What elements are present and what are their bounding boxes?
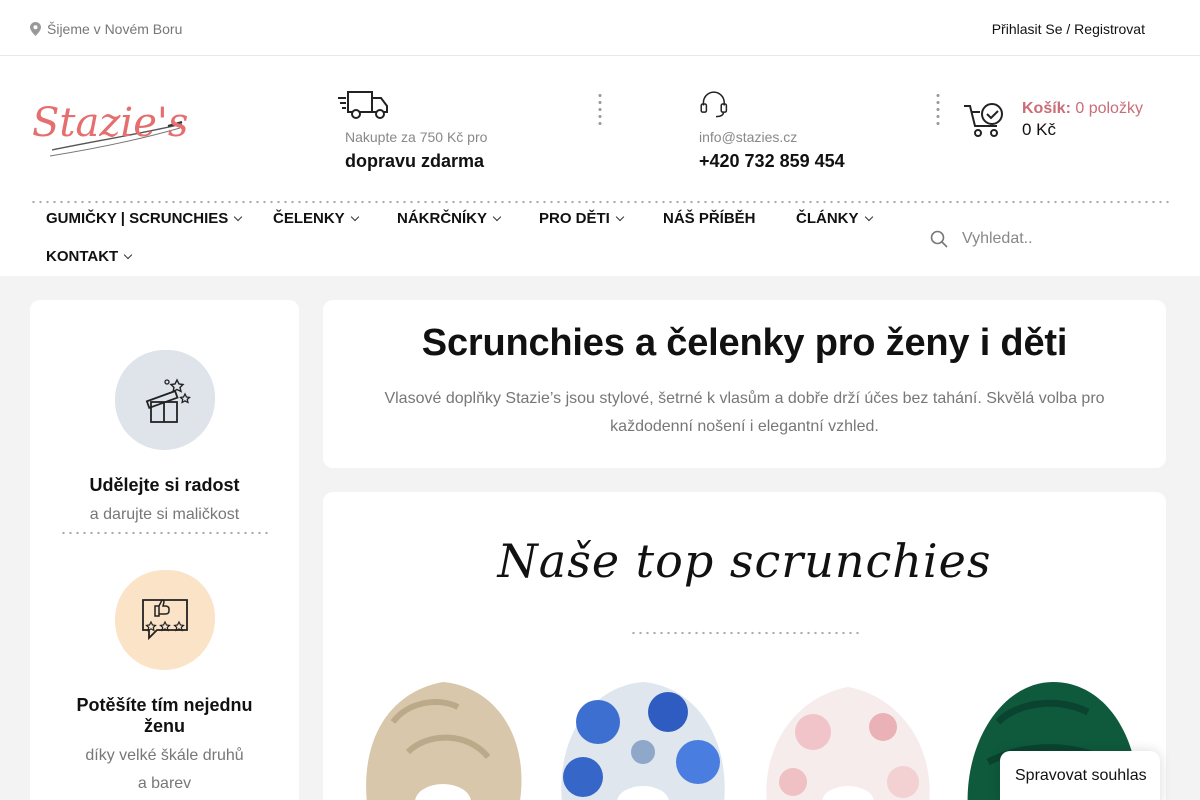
sidebar-features: Udělejte si radost a darujte si maličkos… (30, 300, 299, 800)
stazies-logo[interactable]: Stazie's (30, 86, 190, 166)
nav-item-clanky[interactable]: ČLÁNKY (796, 210, 873, 227)
headset-icon (700, 91, 728, 118)
nav-item-celenky[interactable]: ČELENKY (273, 210, 359, 227)
shipping-small-text: Nakupte za 750 Kč pro (345, 129, 488, 145)
search-icon[interactable] (930, 230, 948, 248)
feature-icon-bg (115, 350, 215, 450)
product-image-beige-satin[interactable] (348, 682, 538, 800)
nav-item-scrunchies[interactable]: GUMIČKY | SCRUNCHIES (46, 210, 243, 227)
location: Šijeme v Novém Boru (30, 21, 182, 37)
rating-icon (142, 599, 188, 641)
shipping-big-text: dopravu zdarma (345, 151, 485, 171)
page-title: Scrunchies a čelenky pro ženy i děti (421, 322, 1068, 364)
location-text: Šijeme v Novém Boru (47, 21, 183, 37)
cart-icon (964, 103, 1003, 137)
nav-item-kontakt[interactable]: KONTAKT (46, 248, 133, 265)
divider-dots (936, 92, 940, 126)
search-bar (930, 224, 1160, 254)
contact-email[interactable]: info@stazies.cz (699, 129, 845, 145)
feature-title: Udělejte si radost (89, 475, 240, 495)
free-shipping-info: Nakupte za 750 Kč pro dopravu zdarma (338, 84, 487, 172)
chevron-down-icon (234, 212, 243, 222)
chevron-down-icon (492, 212, 502, 222)
chevron-down-icon (615, 212, 625, 222)
cart-summary[interactable]: Košík: 0 položky 0 Kč (962, 100, 1143, 140)
nav-item-nakrcniky[interactable]: NÁKRČNÍKY (397, 210, 502, 227)
product-image-blue-floral[interactable] (548, 682, 738, 800)
cart-label: Košík: 0 položky (1022, 100, 1143, 117)
login-register-link[interactable]: Přihlasit Se / Registrovat (992, 21, 1145, 37)
top-bar: Šijeme v Novém Boru Přihlasit Se / Regis… (0, 0, 1200, 56)
map-pin-icon (30, 22, 41, 36)
contact-phone[interactable]: +420 732 859 454 (699, 151, 845, 172)
manage-consent-button[interactable]: Spravovat souhlas (1000, 751, 1160, 800)
contact-info: info@stazies.cz +420 732 859 454 (699, 84, 845, 172)
feature-title: Potěšíte tím nejednu ženu (76, 695, 253, 736)
hero-description: Vlasové doplňky Stazie’s jsou stylové, š… (384, 390, 1105, 435)
feature-subtitle: a darujte si maličkost (89, 506, 240, 523)
header: Stazie's Nakupte za 750 Kč pro dopravu z… (0, 56, 1200, 276)
chevron-down-icon (123, 250, 133, 260)
section-heading: Naše top scrunchies (497, 534, 992, 588)
gift-icon (145, 378, 191, 423)
search-input[interactable] (962, 230, 1142, 248)
svg-text:Stazie's: Stazie's (32, 100, 188, 146)
feature-subtitle: díky velké škále druhů a barev (85, 747, 244, 792)
chevron-down-icon (864, 212, 873, 222)
truck-icon (338, 91, 388, 119)
section-divider (630, 631, 860, 635)
product-image-pink-floral[interactable] (753, 682, 943, 800)
nav-item-pro-deti[interactable]: PRO DĚTI (539, 210, 625, 227)
feature-divider (60, 531, 270, 535)
feature-icon-bg (115, 570, 215, 670)
divider-dots (598, 92, 602, 126)
nav-item-nas-pribeh[interactable]: NÁŠ PŘÍBĚH (663, 210, 756, 227)
chevron-down-icon (350, 212, 359, 222)
cart-price: 0 Kč (1022, 120, 1057, 139)
hero-card: Scrunchies a čelenky pro ženy i děti Vla… (323, 300, 1166, 468)
header-divider (30, 200, 1170, 204)
